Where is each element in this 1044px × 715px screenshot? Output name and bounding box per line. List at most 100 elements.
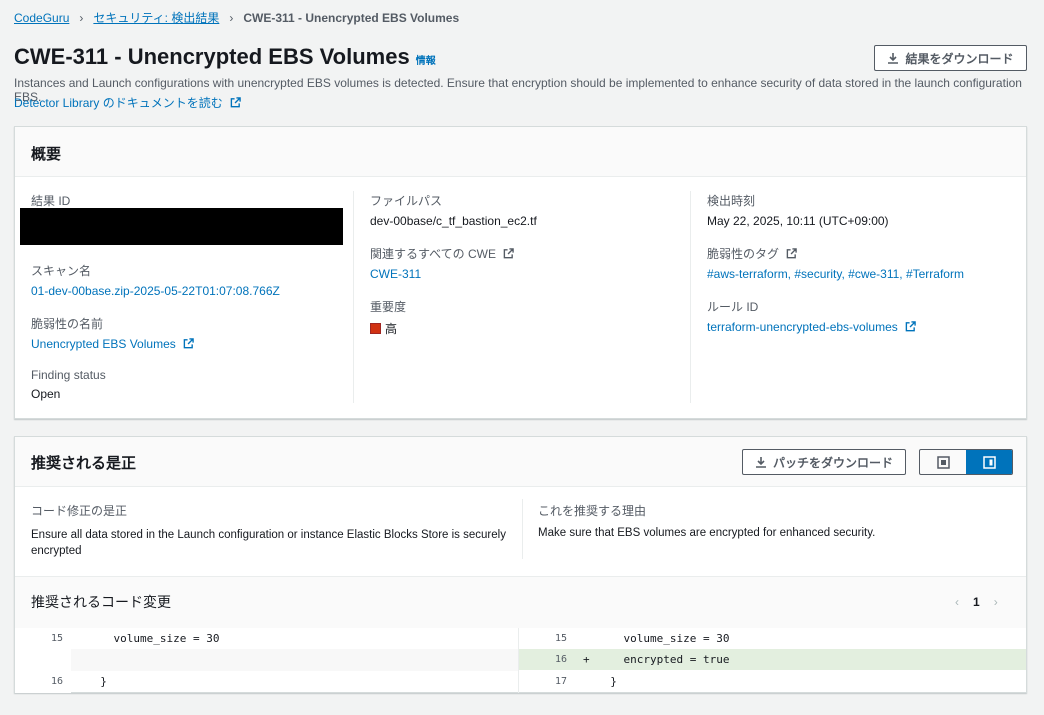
- breadcrumb-security-findings[interactable]: セキュリティ: 検出結果: [93, 9, 219, 26]
- remediation-header: 推奨される是正 パッチをダウンロード: [15, 437, 1026, 487]
- unified-view-icon: [936, 455, 950, 469]
- right-added-line: 16 + encrypted = true: [519, 649, 1026, 670]
- file-path-label: ファイルパス: [370, 194, 443, 208]
- download-patch-label: パッチをダウンロード: [772, 455, 893, 470]
- remediation-panel: 推奨される是正 パッチをダウンロード コード修正の是正 Ensure all d…: [14, 436, 1027, 693]
- scan-name-field: スキャン名 01-dev-00base.zip-2025-05-22T01:07…: [31, 262, 280, 298]
- previous-page-icon[interactable]: ‹: [955, 595, 959, 609]
- column-divider: [690, 191, 691, 403]
- code-text: encrypted = true: [597, 653, 730, 666]
- pagination: ‹ 1 ›: [955, 595, 998, 609]
- line-number: 17: [554, 676, 567, 687]
- vuln-tags-field: 脆弱性のタグ #aws-terraform, #security, #cwe-3…: [707, 245, 964, 281]
- column-divider: [522, 499, 523, 559]
- external-link-icon[interactable]: [786, 248, 798, 259]
- download-patch-button[interactable]: パッチをダウンロード: [742, 449, 906, 475]
- vuln-tags-links[interactable]: #aws-terraform, #security, #cwe-311, #Te…: [707, 267, 964, 281]
- left-empty-line: [71, 649, 518, 671]
- cwe-label: 関連するすべての CWE: [370, 247, 497, 261]
- page-title: CWE-311 - Unencrypted EBS Volumes: [14, 44, 410, 69]
- added-marker: +: [583, 653, 590, 666]
- reason-label: これを推奨する理由: [538, 504, 647, 518]
- view-mode-toggle: [919, 449, 1013, 475]
- scan-name-label: スキャン名: [31, 264, 92, 278]
- code-changes-heading: 推奨されるコード変更: [31, 594, 171, 610]
- info-link[interactable]: 情報: [416, 52, 436, 67]
- chevron-right-icon: ›: [79, 10, 84, 25]
- severity-value: 高: [385, 322, 398, 336]
- breadcrumb-current: CWE-311 - Unencrypted EBS Volumes: [243, 10, 460, 25]
- detector-library-link-text[interactable]: Detector Library のドキュメントを読む: [14, 96, 223, 110]
- toggle-split-view[interactable]: [966, 450, 1012, 474]
- line-number: 15: [554, 633, 567, 644]
- external-link-icon: [183, 338, 194, 349]
- overview-header: 概要: [15, 127, 1026, 177]
- page-title-row: CWE-311 - Unencrypted EBS Volumes 情報: [14, 44, 436, 70]
- code-text: }: [597, 675, 617, 688]
- external-link-icon: [905, 321, 916, 332]
- severity-value-row: 高: [370, 320, 406, 337]
- overview-panel: 概要 結果 ID スキャン名 01-dev-00base.zip-2025-05…: [14, 126, 1027, 419]
- breadcrumb: CodeGuru › セキュリティ: 検出結果 › CWE-311 - Unen…: [14, 9, 459, 26]
- vuln-name-link[interactable]: Unencrypted EBS Volumes: [31, 337, 194, 351]
- breadcrumb-codeguru[interactable]: CodeGuru: [14, 11, 69, 25]
- download-icon: [755, 457, 766, 468]
- overview-heading: 概要: [31, 146, 62, 163]
- redacted-result-id: [20, 208, 343, 245]
- file-path-value: dev-00base/c_tf_bastion_ec2.tf: [370, 214, 537, 228]
- split-view-icon: [982, 455, 996, 469]
- finding-status-field: Finding status Open: [31, 368, 106, 401]
- external-link-icon: [230, 97, 241, 108]
- download-icon: [888, 53, 899, 64]
- detector-library-link[interactable]: Detector Library のドキュメントを読む: [14, 94, 241, 111]
- rule-id-field: ルール ID terraform-unencrypted-ebs-volumes: [707, 298, 916, 334]
- rule-id-text[interactable]: terraform-unencrypted-ebs-volumes: [707, 320, 898, 334]
- cwe-label-row: 関連するすべての CWE: [370, 245, 515, 262]
- right-code-line: 17 }: [519, 671, 1026, 692]
- file-path-field: ファイルパス dev-00base/c_tf_bastion_ec2.tf: [370, 192, 537, 228]
- left-code-line: 16 }: [15, 671, 518, 692]
- cwe-link[interactable]: CWE-311: [370, 267, 514, 281]
- fix-field: コード修正の是正 Ensure all data stored in the L…: [31, 502, 511, 559]
- download-results-label: 結果をダウンロード: [905, 51, 1014, 66]
- detected-time-label: 検出時刻: [707, 194, 756, 208]
- vuln-tags-label: 脆弱性のタグ: [707, 247, 780, 261]
- vuln-name-field: 脆弱性の名前 Unencrypted EBS Volumes: [31, 315, 194, 351]
- external-link-icon[interactable]: [503, 248, 515, 259]
- fix-label: コード修正の是正: [31, 504, 128, 518]
- next-page-icon[interactable]: ›: [994, 595, 998, 609]
- vuln-name-text[interactable]: Unencrypted EBS Volumes: [31, 337, 176, 351]
- line-number: 16: [50, 676, 63, 687]
- toggle-unified-view[interactable]: [920, 450, 966, 474]
- cwe-field: 関連するすべての CWE CWE-311: [370, 245, 515, 281]
- rule-id-link[interactable]: terraform-unencrypted-ebs-volumes: [707, 320, 916, 334]
- left-code-line: 15 volume_size = 30: [15, 628, 518, 649]
- vuln-name-label: 脆弱性の名前: [31, 317, 104, 331]
- severity-field: 重要度 高: [370, 298, 406, 337]
- finding-status-value: Open: [31, 387, 61, 401]
- detected-time-value: May 22, 2025, 10:11 (UTC+09:00): [707, 214, 889, 228]
- finding-status-label: Finding status: [31, 368, 106, 382]
- line-number: 16: [554, 654, 567, 665]
- chevron-right-icon: ›: [229, 10, 234, 25]
- current-page[interactable]: 1: [973, 595, 980, 609]
- vuln-tags-label-row: 脆弱性のタグ: [707, 245, 964, 262]
- remediation-heading: 推奨される是正: [31, 455, 137, 472]
- code-text: volume_size = 30: [597, 632, 730, 645]
- detected-time-field: 検出時刻 May 22, 2025, 10:11 (UTC+09:00): [707, 192, 889, 228]
- code-changes-header: 推奨されるコード変更 ‹ 1 ›: [15, 576, 1026, 628]
- scan-name-link[interactable]: 01-dev-00base.zip-2025-05-22T01:07:08.76…: [31, 284, 280, 298]
- severity-label: 重要度: [370, 300, 407, 314]
- reason-field: これを推奨する理由 Make sure that EBS volumes are…: [538, 502, 1008, 539]
- code-text: volume_size = 30: [87, 632, 220, 645]
- column-divider: [353, 191, 354, 403]
- download-results-button[interactable]: 結果をダウンロード: [874, 45, 1027, 71]
- line-number: 15: [50, 633, 63, 644]
- result-id-field: 結果 ID: [31, 192, 70, 209]
- severity-high-icon: [370, 323, 381, 334]
- rule-id-label: ルール ID: [707, 300, 759, 314]
- right-code-line: 15 volume_size = 30: [519, 628, 1026, 649]
- reason-text: Make sure that EBS volumes are encrypted…: [538, 527, 876, 539]
- code-text: }: [87, 675, 107, 688]
- result-id-label: 結果 ID: [31, 194, 71, 208]
